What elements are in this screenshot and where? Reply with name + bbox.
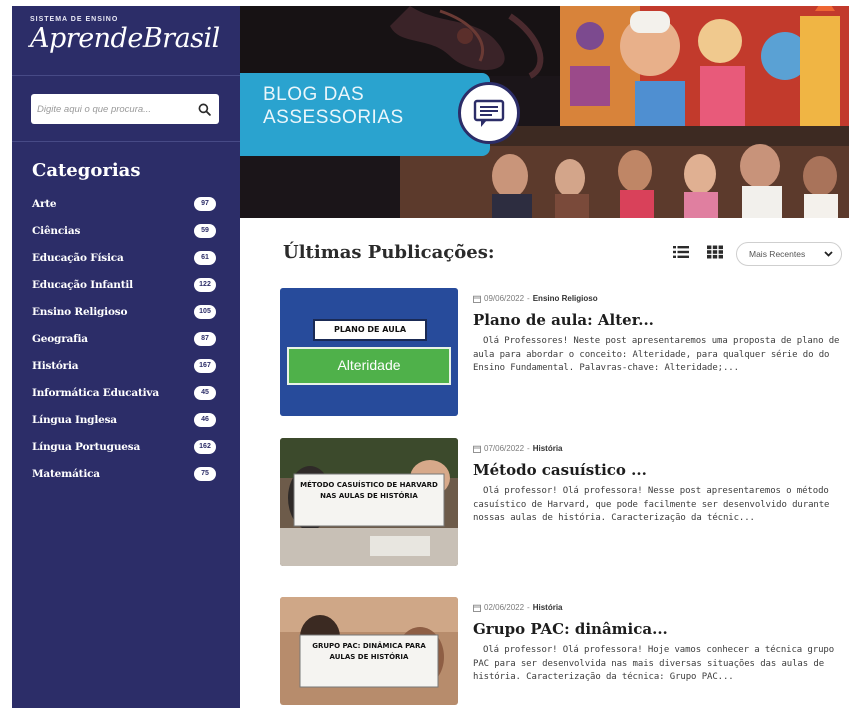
blog-title-line1: BLOG DAS — [263, 84, 365, 105]
chat-icon — [458, 82, 520, 144]
post-date: 07/06/2022 — [484, 444, 525, 453]
category-count-badge: 46 — [194, 412, 216, 427]
category-count-badge: 87 — [194, 331, 216, 346]
category-item-geografia[interactable]: Geografia 87 — [32, 325, 240, 352]
post-thumbnail[interactable]: MÉTODO CASUÍSTICO DE HARVARD NAS AULAS D… — [280, 438, 458, 566]
post-date: 09/06/2022 — [484, 294, 525, 303]
post-title[interactable]: Plano de aula: Alter... — [473, 311, 845, 329]
post-title[interactable]: Método casuístico ... — [473, 461, 845, 479]
category-label: Língua Inglesa — [32, 413, 117, 426]
post-card: PLANO DE AULA Alteridade 09/06/2022 - En… — [280, 288, 840, 416]
category-label: Geografia — [32, 332, 88, 345]
search-button[interactable] — [195, 100, 213, 118]
calendar-icon — [473, 445, 481, 453]
sort-dropdown[interactable]: Mais Recentes — [736, 242, 842, 266]
blog-title-badge: BLOG DAS ASSESSORIAS — [240, 73, 520, 156]
list-view-icon — [673, 246, 689, 258]
search-box — [31, 94, 219, 124]
grid-view-button[interactable] — [707, 245, 723, 259]
category-label: Ciências — [32, 224, 81, 237]
blog-title-line2: ASSESSORIAS — [263, 107, 404, 128]
section-heading: Últimas Publicações: — [283, 242, 495, 263]
category-count-badge: 105 — [194, 304, 216, 319]
search-icon — [198, 103, 211, 116]
post-meta: 07/06/2022 - História — [473, 444, 845, 453]
category-label: Matemática — [32, 467, 100, 480]
category-count-badge: 97 — [194, 196, 216, 211]
post-thumbnail[interactable]: PLANO DE AULA Alteridade — [280, 288, 458, 416]
category-label: Informática Educativa — [32, 386, 159, 399]
blog-banner: BLOG DAS ASSESSORIAS — [240, 6, 849, 218]
calendar-icon — [473, 295, 481, 303]
thumbnail-caption: PLANO DE AULA — [333, 325, 407, 334]
chevron-down-icon — [824, 251, 833, 257]
post-category[interactable]: Ensino Religioso — [533, 294, 598, 303]
post-date: 02/06/2022 — [484, 603, 525, 612]
category-item-arte[interactable]: Arte 97 — [32, 190, 240, 217]
main-content: Últimas Publicações: Mais Recentes PLANO… — [240, 218, 849, 708]
post-card: MÉTODO CASUÍSTICO DE HARVARD NAS AULAS D… — [280, 438, 840, 566]
blog-title: BLOG DAS ASSESSORIAS — [263, 83, 433, 129]
post-body: 02/06/2022 - História Grupo PAC: dinâmic… — [473, 603, 845, 685]
thumbnail-word: Alteridade — [337, 357, 401, 373]
brand-logo[interactable]: SISTEMA DE ENSINO AprendeBrasil — [12, 6, 240, 76]
category-label: Educação Infantil — [32, 278, 133, 291]
category-item-lingua-portuguesa[interactable]: Língua Portuguesa 162 — [32, 433, 240, 460]
category-label: História — [32, 359, 79, 372]
calendar-icon — [473, 604, 481, 612]
thumbnail-caption: MÉTODO CASUÍSTICO DE HARVARD NAS AULAS D… — [300, 481, 438, 500]
category-label: Educação Física — [32, 251, 124, 264]
post-excerpt: Olá professor! Olá professora! Nesse pos… — [473, 486, 830, 523]
category-label: Língua Portuguesa — [32, 440, 141, 453]
category-count-badge: 122 — [194, 277, 216, 292]
thumbnail-caption: GRUPO PAC: DINÂMICA PARA AULAS DE HISTÓR… — [312, 642, 426, 661]
sidebar: SISTEMA DE ENSINO AprendeBrasil Categori… — [12, 6, 240, 708]
post-excerpt: Olá Professores! Neste post apresentarem… — [473, 336, 840, 373]
category-count-badge: 61 — [194, 250, 216, 265]
post-card: GRUPO PAC: DINÂMICA PARA AULAS DE HISTÓR… — [280, 597, 840, 711]
sort-selected-label: Mais Recentes — [749, 249, 806, 259]
category-count-badge: 59 — [194, 223, 216, 238]
category-item-informatica-educativa[interactable]: Informática Educativa 45 — [32, 379, 240, 406]
post-category[interactable]: História — [533, 603, 563, 612]
categories-title: Categorias — [32, 160, 141, 181]
category-item-educacao-fisica[interactable]: Educação Física 61 — [32, 244, 240, 271]
post-excerpt: Olá professor! Olá professora! Hoje vamo… — [473, 645, 835, 682]
post-category[interactable]: História — [533, 444, 563, 453]
post-title[interactable]: Grupo PAC: dinâmica... — [473, 620, 845, 638]
category-label: Ensino Religioso — [32, 305, 128, 318]
grid-view-icon — [707, 245, 723, 259]
thumbnail-image — [280, 438, 458, 566]
category-item-educacao-infantil[interactable]: Educação Infantil 122 — [32, 271, 240, 298]
post-meta: 02/06/2022 - História — [473, 603, 845, 612]
category-count-badge: 167 — [194, 358, 216, 373]
category-item-ensino-religioso[interactable]: Ensino Religioso 105 — [32, 298, 240, 325]
category-count-badge: 75 — [194, 466, 216, 481]
category-item-historia[interactable]: História 167 — [32, 352, 240, 379]
post-body: 07/06/2022 - História Método casuístico … — [473, 444, 845, 526]
category-item-matematica[interactable]: Matemática 75 — [32, 460, 240, 487]
thumbnail-image — [280, 288, 458, 416]
post-thumbnail[interactable]: GRUPO PAC: DINÂMICA PARA AULAS DE HISTÓR… — [280, 597, 458, 705]
brand-tagline: SISTEMA DE ENSINO — [30, 16, 119, 23]
category-item-lingua-inglesa[interactable]: Língua Inglesa 46 — [32, 406, 240, 433]
category-label: Arte — [32, 197, 57, 210]
category-count-badge: 45 — [194, 385, 216, 400]
search-input[interactable] — [37, 103, 195, 115]
category-list: Arte 97 Ciências 59 Educação Física 61 Educ… — [12, 190, 240, 487]
post-meta: 09/06/2022 - Ensino Religioso — [473, 294, 845, 303]
category-count-badge: 162 — [194, 439, 216, 454]
category-item-ciencias[interactable]: Ciências 59 — [32, 217, 240, 244]
brand-name: AprendeBrasil — [30, 23, 220, 54]
list-view-button[interactable] — [673, 245, 689, 259]
search-area — [12, 76, 240, 142]
post-body: 09/06/2022 - Ensino Religioso Plano de a… — [473, 294, 845, 376]
